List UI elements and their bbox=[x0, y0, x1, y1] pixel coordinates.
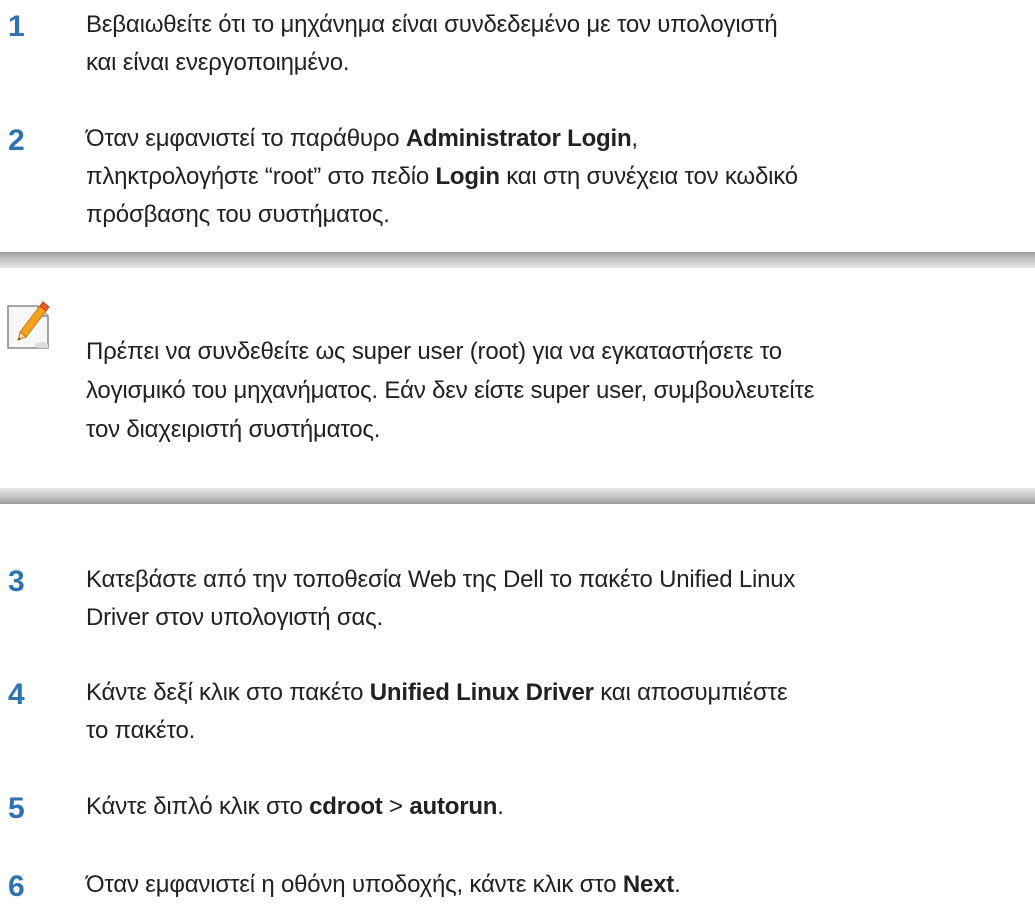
text-run: το πακέτο. bbox=[86, 717, 196, 744]
text-run: πρόσβασης του συστήματος. bbox=[86, 201, 390, 228]
step-line: πρόσβασης του συστήματος. bbox=[86, 196, 1035, 234]
note-line: λογισμικό του μηχανήματος. Εάν δεν είστε… bbox=[86, 377, 815, 404]
bold-term: Next bbox=[622, 871, 675, 898]
step-number: 5 bbox=[8, 792, 25, 825]
note-line: τον διαχειριστή συστήματος. bbox=[86, 416, 381, 443]
step-line: το πακέτο. bbox=[86, 712, 1035, 750]
step-number: 6 bbox=[8, 870, 25, 903]
step-line: Κάντε δεξί κλικ στο πακέτο Unified Linux… bbox=[86, 674, 1035, 712]
text-run: > bbox=[382, 793, 410, 820]
bold-term: Login bbox=[435, 163, 500, 190]
step-text: Βεβαιωθείτε ότι το μηχάνημα είναι συνδεδ… bbox=[86, 6, 1035, 82]
note-bottom-divider bbox=[0, 488, 1035, 504]
step-line: πληκτρολογήστε “root” στο πεδίο Login κα… bbox=[86, 158, 1035, 196]
step-text: Κατεβάστε από την τοποθεσία Web της Dell… bbox=[86, 561, 1035, 637]
step-line: Κάντε διπλό κλικ στο cdroot > autorun. bbox=[86, 788, 1035, 826]
step-line: Όταν εμφανιστεί το παράθυρο Administrato… bbox=[86, 120, 1035, 158]
text-run: Όταν εμφανιστεί το παράθυρο bbox=[86, 125, 406, 152]
text-run: Driver στον υπολογιστή σας. bbox=[86, 604, 384, 631]
bold-term: Unified Linux Driver bbox=[369, 679, 594, 706]
step-line: Driver στον υπολογιστή σας. bbox=[86, 599, 1035, 637]
text-run: πληκτρολογήστε “root” στο πεδίο bbox=[86, 163, 436, 190]
step-line: Βεβαιωθείτε ότι το μηχάνημα είναι συνδεδ… bbox=[86, 6, 1035, 44]
note-box: Πρέπει να συνδεθείτε ως super user (root… bbox=[0, 252, 1035, 504]
step-number: 4 bbox=[8, 678, 25, 711]
text-run: , bbox=[631, 125, 638, 152]
text-run: Κάντε διπλό κλικ στο bbox=[86, 793, 310, 820]
note-line: Πρέπει να συνδεθείτε ως super user (root… bbox=[86, 338, 782, 365]
text-run: και αποσυμπιέστε bbox=[593, 679, 788, 706]
step-line: και είναι ενεργοποιημένο. bbox=[86, 44, 1035, 82]
step-line: Όταν εμφανιστεί η οθόνη υποδοχής, κάντε … bbox=[86, 866, 1035, 904]
text-run: Κατεβάστε από την τοποθεσία Web της Dell… bbox=[86, 566, 796, 593]
note-top-divider bbox=[0, 252, 1035, 268]
step-text: Κάντε διπλό κλικ στο cdroot > autorun. bbox=[86, 788, 1035, 826]
bold-term: cdroot bbox=[309, 793, 383, 820]
note-text: Πρέπει να συνδεθείτε ως super user (root… bbox=[86, 332, 1035, 449]
text-run: . bbox=[497, 793, 504, 820]
bold-term: autorun bbox=[409, 793, 498, 820]
text-run: Κάντε δεξί κλικ στο πακέτο bbox=[86, 679, 370, 706]
step-number: 2 bbox=[8, 124, 25, 157]
text-run: Βεβαιωθείτε ότι το μηχάνημα είναι συνδεδ… bbox=[86, 11, 778, 38]
step-number: 1 bbox=[8, 10, 25, 43]
text-run: και είναι ενεργοποιημένο. bbox=[86, 49, 350, 76]
text-run: Όταν εμφανιστεί η οθόνη υποδοχής, κάντε … bbox=[86, 871, 623, 898]
bold-term: Administrator Login bbox=[405, 125, 632, 152]
note-pencil-icon bbox=[7, 301, 50, 349]
step-line: Κατεβάστε από την τοποθεσία Web της Dell… bbox=[86, 561, 1035, 599]
step-text: Όταν εμφανιστεί το παράθυρο Administrato… bbox=[86, 120, 1035, 234]
step-text: Όταν εμφανιστεί η οθόνη υποδοχής, κάντε … bbox=[86, 866, 1035, 904]
step-text: Κάντε δεξί κλικ στο πακέτο Unified Linux… bbox=[86, 674, 1035, 750]
step-number: 3 bbox=[8, 565, 25, 598]
text-run: . bbox=[674, 871, 681, 898]
text-run: και στη συνέχεια τον κωδικό bbox=[499, 163, 798, 190]
